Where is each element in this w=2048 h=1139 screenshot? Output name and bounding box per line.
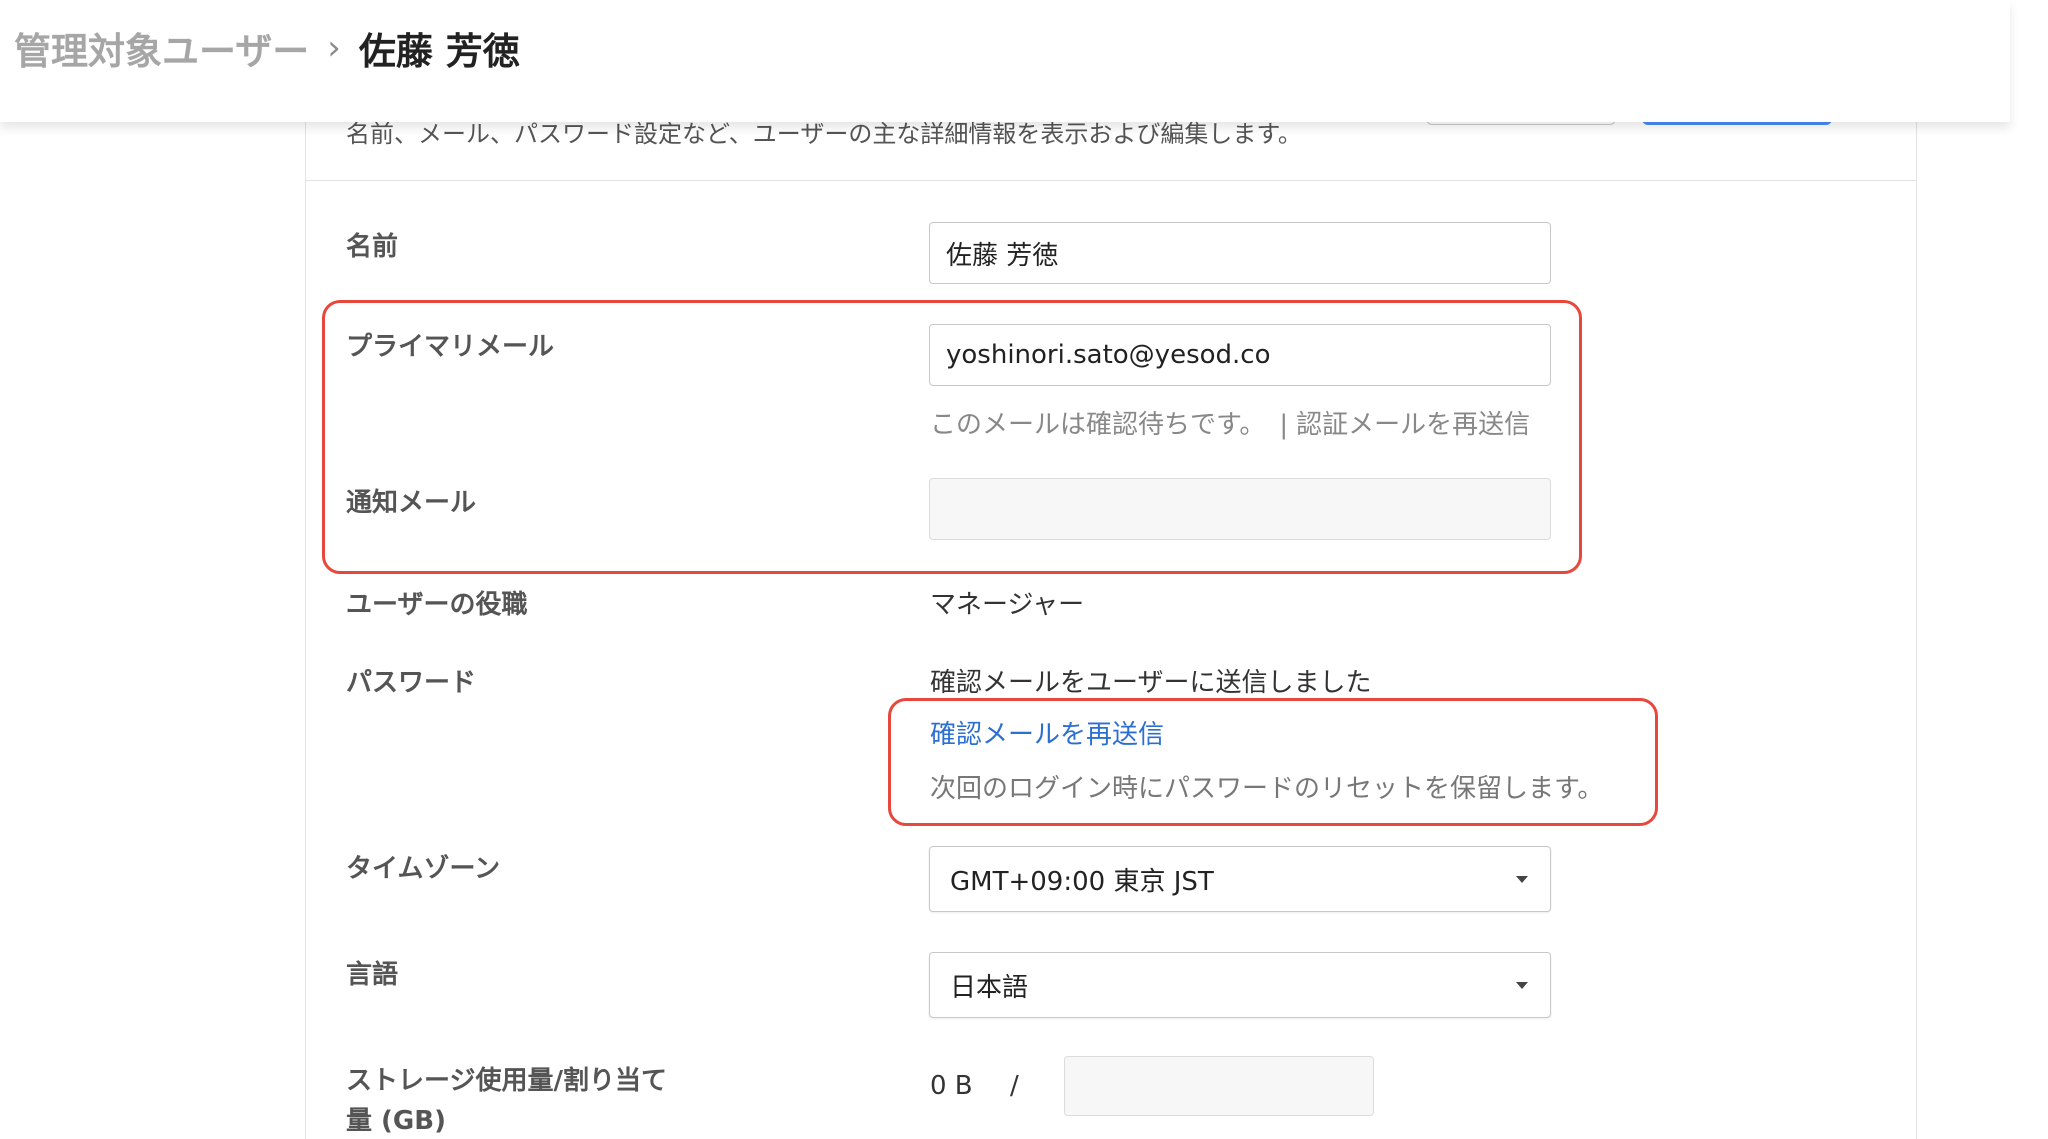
- helper-separator: |: [1279, 410, 1289, 440]
- password-label: パスワード: [346, 668, 477, 698]
- storage-used-value: 0 B: [930, 1071, 973, 1101]
- primary-email-input[interactable]: [929, 324, 1551, 386]
- chevron-right-icon: ›: [327, 28, 341, 68]
- breadcrumb-parent-link[interactable]: 管理対象ユーザー: [14, 21, 309, 75]
- storage-label-line1: ストレージ使用量/割り当て: [346, 1066, 667, 1096]
- resend-verification-link[interactable]: 認証メールを再送信: [1296, 410, 1530, 440]
- language-select[interactable]: 日本語: [929, 952, 1551, 1018]
- breadcrumb-current: 佐藤 芳徳: [358, 30, 520, 73]
- role-label: ユーザーの役職: [346, 590, 528, 620]
- notification-email-input[interactable]: [929, 478, 1551, 540]
- timezone-select[interactable]: GMT+09:00 東京 JST: [929, 846, 1551, 912]
- storage-label-line2: 量 (GB): [346, 1106, 446, 1136]
- page-header: 管理対象ユーザー › 佐藤 芳徳: [0, 0, 2010, 122]
- timezone-selected-value: GMT+09:00 東京 JST: [950, 866, 1214, 897]
- caret-down-icon: [1516, 876, 1528, 883]
- role-value: マネージャー: [930, 590, 1085, 620]
- storage-quota-input[interactable]: [1064, 1056, 1374, 1116]
- primary-email-helper: このメールは確認待ちです。 | 認証メールを再送信: [930, 404, 1530, 441]
- password-reset-note: 次回のログイン時にパスワードのリセットを保留します。: [930, 774, 1604, 804]
- language-label: 言語: [346, 960, 399, 990]
- resend-confirmation-link[interactable]: 確認メールを再送信: [930, 714, 1164, 751]
- password-status: 確認メールをユーザーに送信しました: [930, 668, 1372, 698]
- language-selected-value: 日本語: [950, 972, 1029, 1003]
- storage-separator: /: [1010, 1071, 1019, 1101]
- name-input[interactable]: [929, 222, 1551, 284]
- caret-down-icon: [1516, 982, 1528, 989]
- notification-email-label: 通知メール: [346, 488, 477, 518]
- panel-divider: [306, 180, 1916, 181]
- timezone-label: タイムゾーン: [346, 854, 501, 884]
- name-label: 名前: [346, 232, 399, 262]
- primary-email-label: プライマリメール: [346, 332, 555, 362]
- email-pending-status: このメールは確認待ちです。: [930, 410, 1266, 440]
